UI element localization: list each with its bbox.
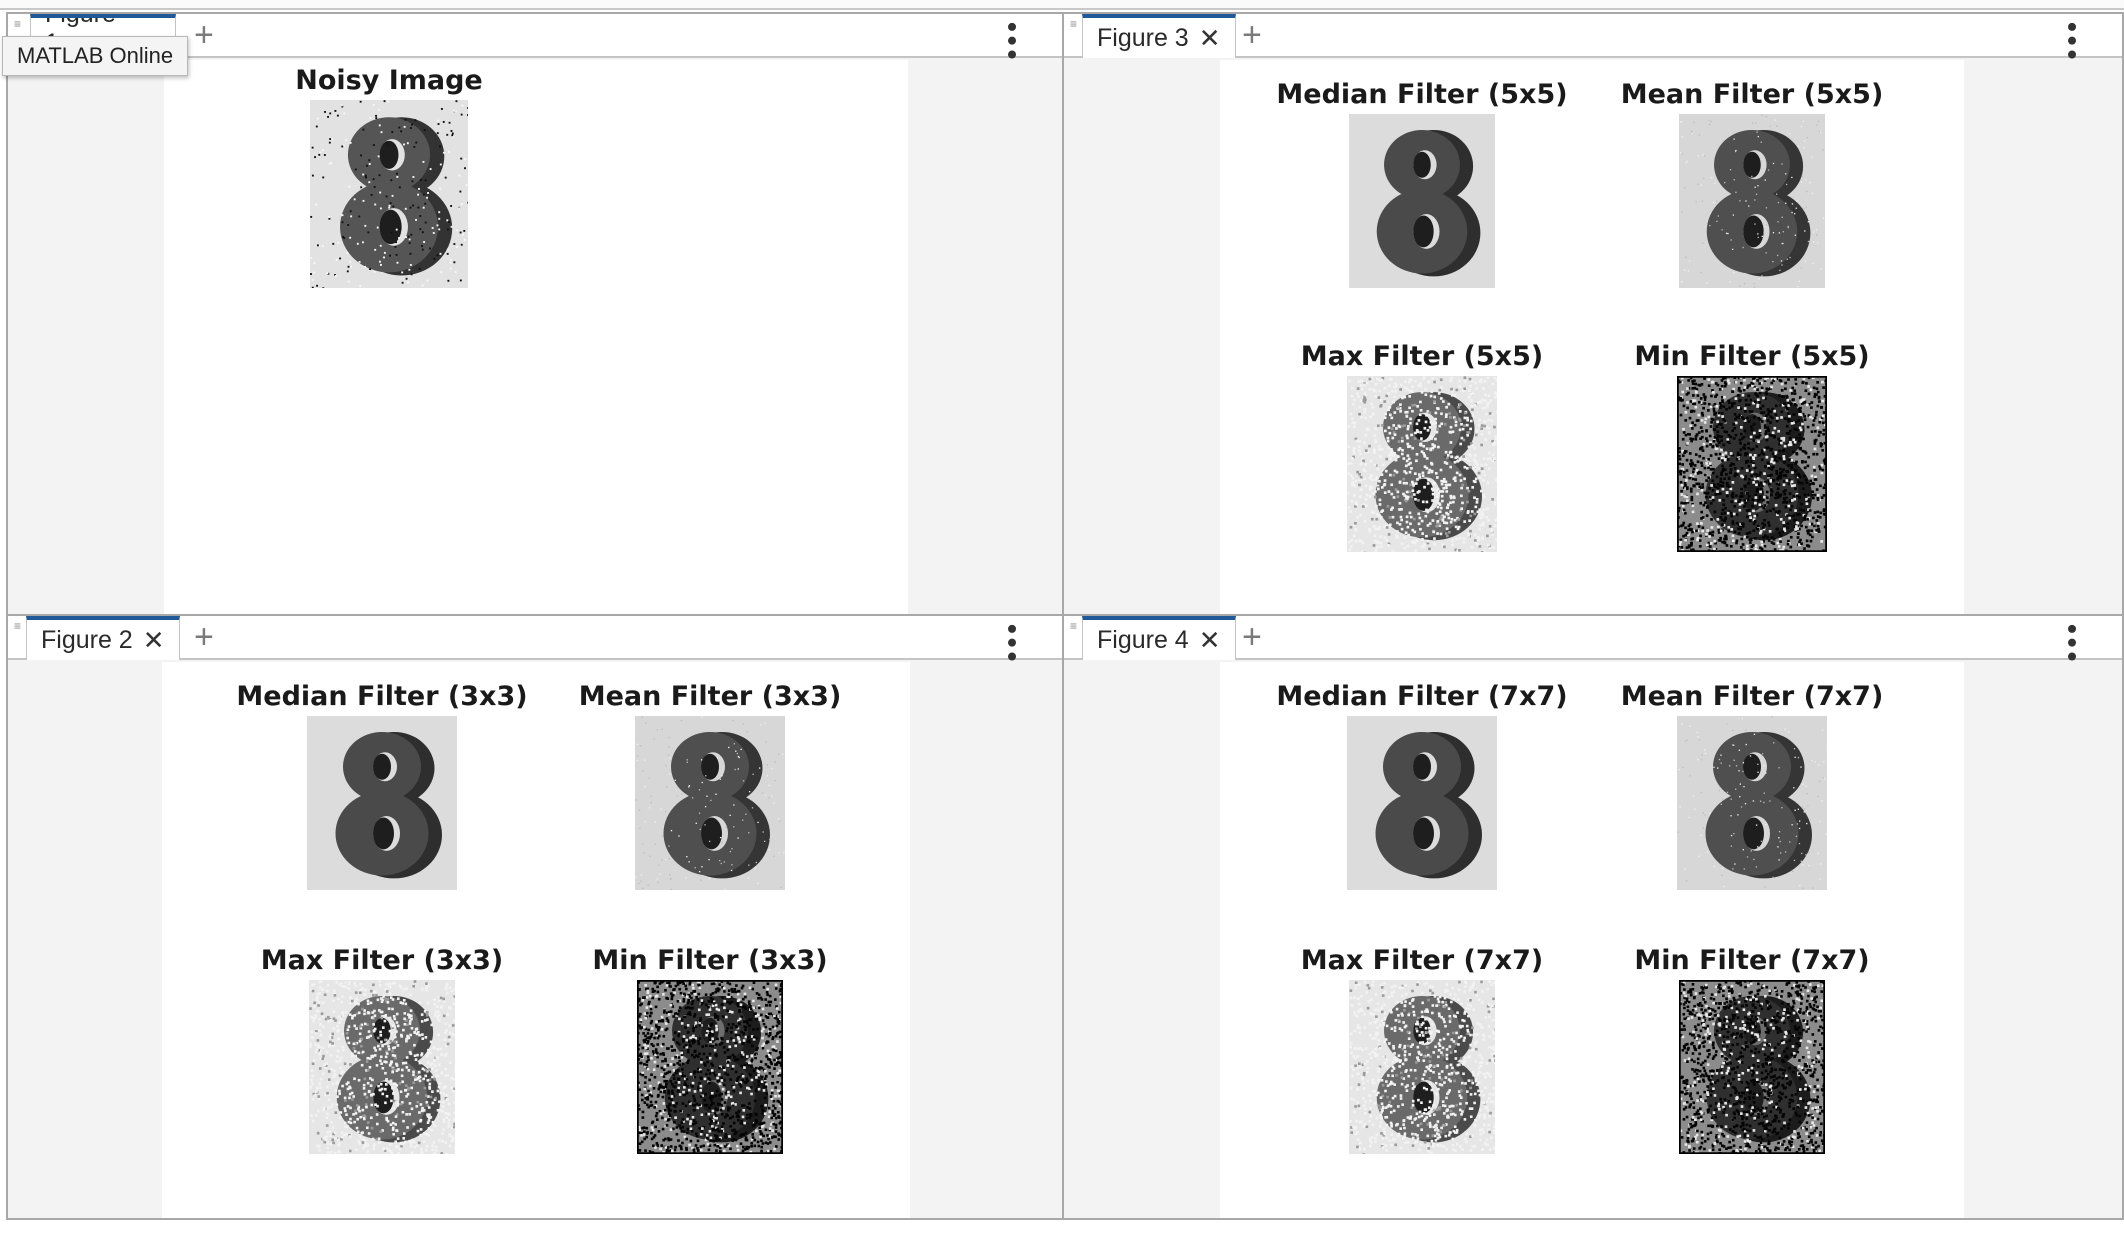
image-min[interactable] — [637, 980, 783, 1154]
axes-title: Max Filter (5x5) — [1300, 341, 1544, 372]
more-options-icon[interactable]: ••• — [2057, 22, 2088, 63]
tab-figure-2[interactable]: Figure 2 ✕ — [26, 616, 180, 660]
axes-title: Max Filter (7x7) — [1300, 945, 1544, 976]
axes-noisy-image: Noisy Image — [249, 64, 529, 288]
axes-title: Min Filter (3x3) — [592, 945, 828, 976]
axes-title: Min Filter (5x5) — [1634, 341, 1870, 372]
close-icon[interactable]: ✕ — [1199, 25, 1221, 51]
tab-label: Figure 3 — [1097, 23, 1189, 52]
image-mean[interactable] — [1679, 114, 1825, 288]
image-mean[interactable] — [635, 716, 785, 890]
image-max[interactable] — [309, 980, 455, 1154]
add-figure-icon[interactable]: + — [1242, 18, 1262, 52]
figure-pane-2: ≡ Figure 2 ✕ + ••• Median Filter (3x3) M… — [6, 614, 1064, 1220]
drag-handle-icon[interactable]: ≡ — [14, 18, 23, 32]
image-max[interactable] — [1349, 980, 1495, 1154]
axes-mean-filter: Mean Filter (3x3) — [570, 680, 850, 890]
tab-figure-4[interactable]: Figure 4 ✕ — [1082, 616, 1236, 660]
axes-max-filter: Max Filter (5x5) — [1282, 340, 1562, 552]
image-mean[interactable] — [1677, 716, 1827, 890]
axes-median-filter: Median Filter (3x3) — [236, 680, 528, 890]
image-median[interactable] — [1349, 114, 1495, 288]
more-options-icon[interactable]: ••• — [997, 624, 1028, 665]
figure-canvas: Noisy Image — [164, 60, 908, 614]
add-figure-icon[interactable]: + — [194, 620, 214, 654]
axes-title: Median Filter (7x7) — [1276, 681, 1568, 712]
add-figure-icon[interactable]: + — [1242, 620, 1262, 654]
tab-bar: ≡ Figure 2 ✕ + ••• — [8, 616, 1062, 665]
axes-mean-filter: Mean Filter (5x5) — [1612, 78, 1892, 288]
figure-canvas: Median Filter (5x5) Mean Filter (5x5) Ma… — [1220, 60, 1964, 614]
tab-label: Figure 4 — [1097, 625, 1189, 654]
axes-title: Mean Filter (5x5) — [1620, 79, 1884, 110]
tab-bar: ≡ Figure 4 ✕ + ••• — [1064, 616, 2122, 665]
tooltip: MATLAB Online — [2, 36, 189, 76]
figure-pane-1: ≡ Figure 1 ✕ + ••• Noisy Image — [6, 12, 1064, 616]
figure-canvas: Median Filter (3x3) Mean Filter (3x3) Ma… — [162, 662, 910, 1218]
figure-pane-3: ≡ Figure 3 ✕ + ••• Median Filter (5x5) M… — [1062, 12, 2124, 616]
axes-max-filter: Max Filter (7x7) — [1282, 944, 1562, 1154]
image-max[interactable] — [1347, 376, 1497, 552]
image-median[interactable] — [1347, 716, 1497, 890]
axes-max-filter: Max Filter (3x3) — [242, 944, 522, 1154]
image-min[interactable] — [1677, 376, 1827, 552]
top-toolbar-edge — [0, 0, 2124, 10]
tab-label: Figure 2 — [41, 625, 133, 654]
axes-title: Mean Filter (3x3) — [578, 681, 842, 712]
tab-bar: ≡ Figure 3 ✕ + ••• — [1064, 14, 2122, 63]
axes-title: Noisy Image — [295, 65, 483, 96]
axes-title: Median Filter (5x5) — [1276, 79, 1568, 110]
figure-pane-4: ≡ Figure 4 ✕ + ••• Median Filter (7x7) M… — [1062, 614, 2124, 1220]
drag-handle-icon[interactable]: ≡ — [1070, 18, 1079, 32]
figure-canvas: Median Filter (7x7) Mean Filter (7x7) Ma… — [1220, 662, 1964, 1218]
axes-mean-filter: Mean Filter (7x7) — [1612, 680, 1892, 890]
image-median[interactable] — [307, 716, 457, 890]
axes-median-filter: Median Filter (7x7) — [1276, 680, 1568, 890]
image-noisy[interactable] — [310, 100, 468, 288]
axes-min-filter: Min Filter (7x7) — [1612, 944, 1892, 1154]
axes-title: Mean Filter (7x7) — [1620, 681, 1884, 712]
add-figure-icon[interactable]: + — [194, 18, 214, 52]
close-icon[interactable]: ✕ — [143, 627, 165, 653]
axes-title: Median Filter (3x3) — [236, 681, 528, 712]
drag-handle-icon[interactable]: ≡ — [1070, 620, 1079, 634]
axes-median-filter: Median Filter (5x5) — [1276, 78, 1568, 288]
tab-figure-3[interactable]: Figure 3 ✕ — [1082, 14, 1236, 58]
axes-title: Max Filter (3x3) — [260, 945, 504, 976]
drag-handle-icon[interactable]: ≡ — [14, 620, 23, 634]
axes-min-filter: Min Filter (5x5) — [1612, 340, 1892, 552]
more-options-icon[interactable]: ••• — [2057, 624, 2088, 665]
axes-title: Min Filter (7x7) — [1634, 945, 1870, 976]
image-min[interactable] — [1679, 980, 1825, 1154]
close-icon[interactable]: ✕ — [1199, 627, 1221, 653]
more-options-icon[interactable]: ••• — [997, 22, 1028, 63]
axes-min-filter: Min Filter (3x3) — [570, 944, 850, 1154]
